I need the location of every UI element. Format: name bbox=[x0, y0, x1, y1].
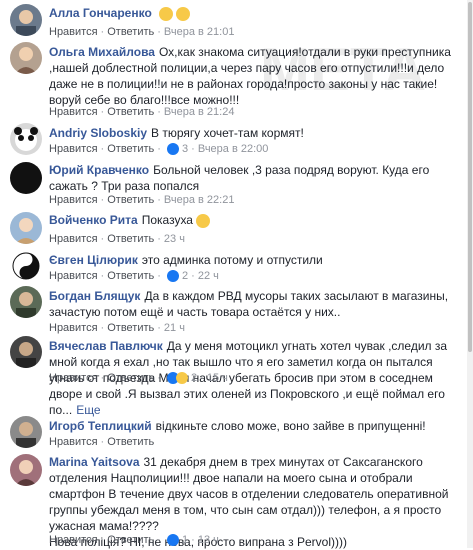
avatar[interactable] bbox=[10, 162, 42, 194]
like-link[interactable]: Нравится bbox=[49, 26, 98, 38]
like-link[interactable]: Нравится bbox=[49, 233, 98, 245]
reaction-count[interactable]: 3 bbox=[182, 143, 188, 155]
comment-author[interactable]: Marina Yaitsova bbox=[49, 455, 140, 469]
comment-actions: Нравится · Ответить bbox=[49, 436, 155, 448]
avatar[interactable] bbox=[10, 286, 42, 318]
thinking-emoji-icon bbox=[196, 213, 211, 228]
comment-text: В тюрягу хочет-там кормят! bbox=[151, 126, 304, 140]
surprised-emoji-icon bbox=[176, 6, 191, 21]
comment-author[interactable]: Євген Цілюрик bbox=[49, 253, 138, 267]
like-link[interactable]: Нравится bbox=[49, 372, 98, 384]
like-link[interactable]: Нравится bbox=[49, 322, 98, 334]
comment-author[interactable]: Алла Гончаренко bbox=[49, 6, 152, 20]
comment-author[interactable]: Игорб Теплицкий bbox=[49, 419, 152, 433]
like-link[interactable]: Нравится bbox=[49, 143, 98, 155]
timestamp[interactable]: 21 ч bbox=[164, 322, 185, 334]
avatar[interactable] bbox=[10, 336, 42, 368]
timestamp[interactable]: Вчера в 21:01 bbox=[164, 26, 235, 38]
avatar[interactable] bbox=[10, 250, 42, 282]
reaction-count[interactable]: 1 bbox=[182, 534, 188, 546]
timestamp[interactable]: 22 ч bbox=[198, 270, 219, 282]
reaction-count[interactable]: 2 bbox=[191, 372, 197, 384]
comment-actions: Нравится · Ответить · 2 · 22 ч bbox=[49, 270, 219, 283]
like-reaction-icon bbox=[166, 534, 179, 547]
timestamp[interactable]: Вчера в 21:24 bbox=[164, 106, 235, 118]
timestamp[interactable]: Вчера в 22:21 bbox=[164, 194, 235, 206]
timestamp[interactable]: 13 ч bbox=[198, 534, 219, 546]
timestamp[interactable]: Вчера в 22:00 bbox=[198, 143, 269, 155]
reply-link[interactable]: Ответить bbox=[107, 270, 154, 282]
smile-emoji-icon bbox=[159, 6, 174, 21]
reply-link[interactable]: Ответить bbox=[107, 194, 154, 206]
scrollbar-thumb[interactable] bbox=[468, 2, 472, 352]
comment-author[interactable]: Богдан Блящук bbox=[49, 289, 140, 303]
reaction-count[interactable]: 2 bbox=[182, 270, 188, 282]
like-link[interactable]: Нравится bbox=[49, 534, 98, 546]
comment-actions: Нравится · Ответить · 3 · Вчера в 22:00 bbox=[49, 143, 269, 156]
comment-actions: Нравится · Ответить · Вчера в 22:21 bbox=[49, 194, 235, 206]
reply-link[interactable]: Ответить bbox=[107, 233, 154, 245]
timestamp[interactable]: 15 ч bbox=[207, 372, 228, 384]
timestamp[interactable]: 23 ч bbox=[164, 233, 185, 245]
like-link[interactable]: Нравится bbox=[49, 270, 98, 282]
comment-text: відкиньте слово може, воно зайве в припу… bbox=[155, 419, 426, 433]
like-reaction-icon bbox=[166, 270, 179, 283]
like-link[interactable]: Нравится bbox=[49, 194, 98, 206]
comment-text: это админка потому и отпустили bbox=[141, 253, 323, 267]
comment-author[interactable]: Andriy Sloboskiy bbox=[49, 126, 147, 140]
avatar[interactable] bbox=[10, 416, 42, 448]
haha-reaction-icon bbox=[175, 372, 188, 385]
comment-actions: Нравится · Ответить · Вчера в 21:01 bbox=[49, 26, 235, 38]
avatar[interactable] bbox=[10, 4, 42, 36]
comment-actions: Нравится · Ответить · 23 ч bbox=[49, 233, 185, 245]
reply-link[interactable]: Ответить bbox=[107, 372, 154, 384]
avatar[interactable] bbox=[10, 123, 42, 155]
scrollbar[interactable] bbox=[467, 0, 473, 548]
avatar[interactable] bbox=[10, 212, 42, 244]
comment-author[interactable]: Ольга Михайлова bbox=[49, 45, 155, 59]
see-more-link[interactable]: Еще bbox=[76, 403, 100, 417]
avatar[interactable] bbox=[10, 42, 42, 74]
reply-link[interactable]: Ответить bbox=[107, 322, 154, 334]
comment-author[interactable]: Вячеслав Павлючк bbox=[49, 339, 163, 353]
comment-author[interactable]: Юрий Кравченко bbox=[49, 163, 149, 177]
like-reaction-icon bbox=[166, 143, 179, 156]
comment-actions: Нравится · Ответить · Вчера в 21:24 bbox=[49, 106, 235, 118]
reply-link[interactable]: Ответить bbox=[107, 436, 154, 448]
like-link[interactable]: Нравится bbox=[49, 436, 98, 448]
reply-link[interactable]: Ответить bbox=[107, 26, 154, 38]
reply-link[interactable]: Ответить bbox=[107, 106, 154, 118]
avatar[interactable] bbox=[10, 454, 42, 486]
comment-actions: Нравится · Ответить · 1 · 13 ч bbox=[49, 534, 219, 547]
like-link[interactable]: Нравится bbox=[49, 106, 98, 118]
reply-link[interactable]: Ответить bbox=[107, 143, 154, 155]
comment-actions: Нравится · Ответить · 21 ч bbox=[49, 322, 185, 334]
comment-author[interactable]: Войченко Рита bbox=[49, 213, 138, 227]
comment-actions: Нравится · Ответить · 2 · 15 ч bbox=[49, 372, 228, 385]
comment-text: Показуха bbox=[141, 213, 193, 227]
reply-link[interactable]: Ответить bbox=[107, 534, 154, 546]
